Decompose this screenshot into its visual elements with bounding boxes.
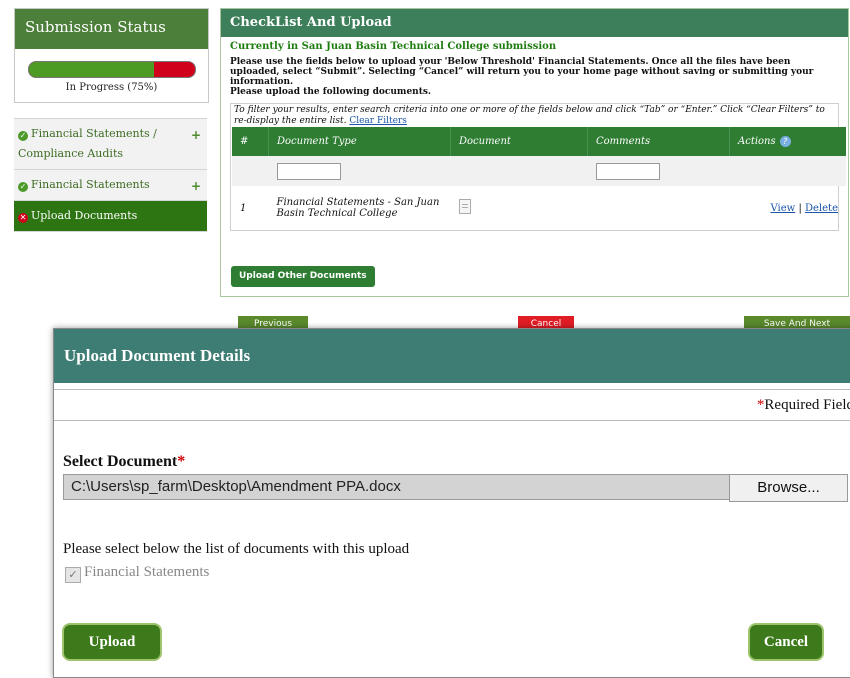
help-icon[interactable]: ?: [779, 136, 791, 147]
submission-subtitle: Currently in San Juan Basin Technical Co…: [230, 41, 557, 52]
modal-cancel-button[interactable]: Cancel: [748, 623, 824, 661]
progress-label: In Progress (75%): [65, 82, 158, 93]
row-actions: View | Delete: [730, 186, 847, 230]
error-icon: ✕: [18, 213, 28, 223]
upload-button[interactable]: Upload: [62, 623, 162, 661]
filter-cell-empty: [729, 156, 846, 186]
row-document: [451, 186, 588, 230]
row-document-type: Financial Statements - San Juan Basin Te…: [276, 197, 440, 219]
filter-hint-text: To filter your results, enter search cri…: [234, 105, 825, 126]
required-field-note: *Required Field: [54, 389, 850, 421]
column-header-document-type: Document Type: [268, 127, 451, 156]
document-icon[interactable]: [458, 199, 471, 214]
filter-cell: [587, 156, 730, 186]
sidebar-nav: ✓ Financial Statements / Compliance Audit…: [14, 118, 207, 232]
delete-link[interactable]: Delete: [805, 203, 838, 214]
financial-statements-option[interactable]: ✓ Financial Statements: [65, 564, 209, 583]
filter-cell-empty: [232, 156, 269, 186]
checkbox-checked-icon[interactable]: ✓: [65, 567, 81, 583]
actions-separator: |: [798, 202, 802, 214]
progress-bar: [28, 61, 196, 78]
column-header-comments: Comments: [587, 127, 730, 156]
modal-title: Upload Document Details: [54, 329, 850, 383]
submission-status-box: Submission Status In Progress (75%): [14, 8, 209, 103]
document-list-label: Please select below the list of document…: [63, 541, 410, 557]
check-icon: ✓: [18, 182, 28, 192]
browse-button[interactable]: Browse...: [729, 474, 848, 502]
instructions: Please use the fields below to upload yo…: [230, 57, 839, 97]
table-header: # Document Type Document Comments Action…: [232, 127, 846, 156]
progress-bar-fill: [29, 62, 154, 77]
filter-cell-empty: [450, 156, 588, 186]
required-star: *: [177, 453, 186, 470]
sidebar-item-financial-statements[interactable]: ✓ Financial Statements +: [14, 170, 207, 201]
filter-cell: [268, 156, 451, 186]
table-row: 1 Financial Statements - San Juan Basin …: [232, 186, 846, 230]
sidebar-item-label: Financial Statements / Compliance Audits: [18, 127, 157, 160]
document-type-filter-input[interactable]: [276, 162, 341, 180]
sidebar-item-upload-documents[interactable]: ✕ Upload Documents: [14, 201, 207, 232]
select-document-label-text: Select Document: [63, 453, 178, 470]
filter-row: [232, 156, 846, 186]
check-icon: ✓: [18, 131, 28, 141]
submission-status-title: Submission Status: [15, 9, 208, 49]
clear-filters-link[interactable]: Clear Filters: [349, 116, 407, 126]
column-header-number: #: [232, 127, 269, 156]
actions-header-label: Actions: [738, 136, 776, 147]
comments-filter-input[interactable]: [595, 162, 660, 180]
instructions-text-2: Please upload the following documents.: [230, 87, 432, 97]
filter-hint: To filter your results, enter search cri…: [234, 105, 835, 127]
sidebar-item-label: Upload Documents: [31, 209, 138, 222]
row-number: 1: [240, 202, 247, 214]
upload-other-documents-button[interactable]: Upload Other Documents: [231, 266, 375, 287]
expand-icon[interactable]: +: [191, 125, 201, 145]
view-link[interactable]: View: [771, 203, 796, 214]
file-path-input[interactable]: C:\Users\sp_farm\Desktop\Amendment PPA.d…: [63, 474, 730, 500]
checklist-title: CheckList And Upload: [221, 9, 848, 37]
row-comments: [588, 186, 730, 230]
checklist-panel: CheckList And Upload Currently in San Ju…: [220, 8, 849, 297]
sidebar-item-financial-statements-compliance-audits[interactable]: ✓ Financial Statements / Compliance Audit…: [14, 119, 207, 170]
column-header-actions: Actions?: [729, 127, 846, 156]
expand-icon[interactable]: +: [191, 176, 201, 196]
instructions-text: Please use the fields below to upload yo…: [230, 57, 814, 87]
upload-document-modal: Upload Document Details *Required Field …: [53, 328, 850, 678]
sidebar-item-label: Financial Statements: [31, 178, 150, 191]
option-label: Financial Statements: [84, 564, 210, 580]
documents-table-box: To filter your results, enter search cri…: [230, 103, 846, 231]
column-header-document: Document: [450, 127, 588, 156]
select-document-label: Select Document*: [63, 453, 185, 471]
documents-table: # Document Type Document Comments Action…: [232, 127, 846, 230]
required-note-text: Required Field: [764, 397, 850, 413]
